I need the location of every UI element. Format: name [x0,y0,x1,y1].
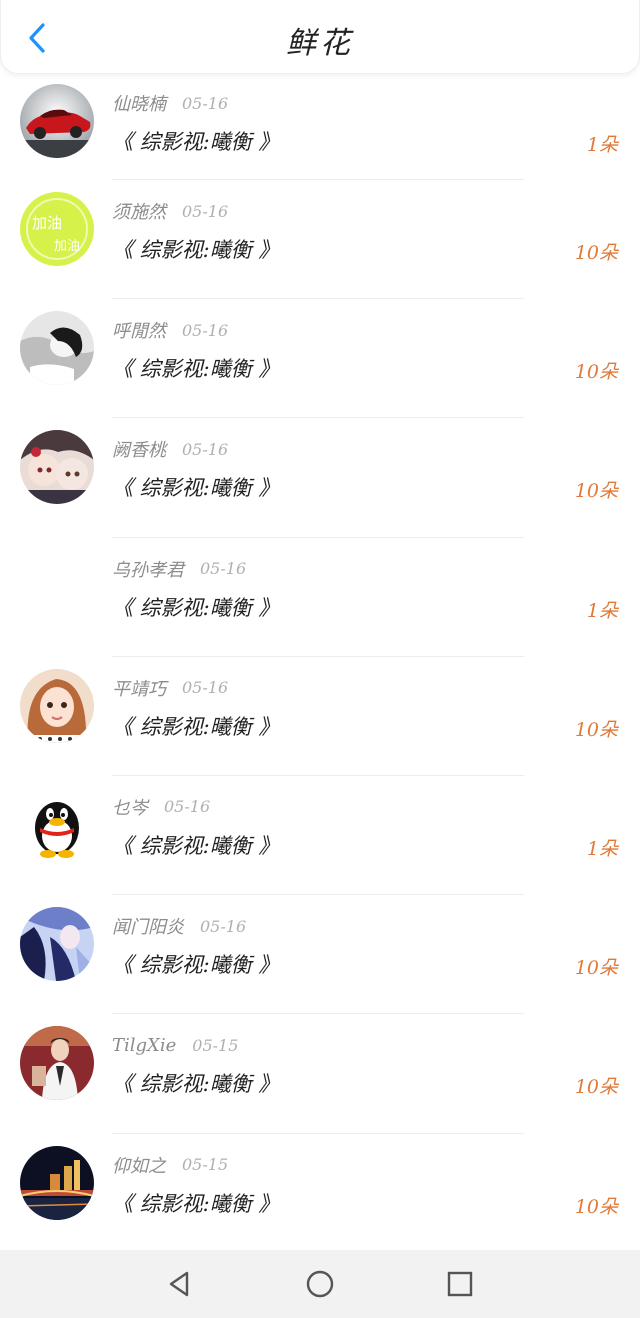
avatar[interactable] [20,311,94,386]
avatar[interactable] [20,550,94,624]
avatar[interactable] [20,668,94,743]
book-title: 《 综影视:曦衡 》 [112,953,280,978]
book-title: 《 综影视:曦衡 》 [112,130,280,154]
send-date: 05-15 [192,1035,239,1055]
book-title: 《 综影视:曦衡 》 [112,833,280,858]
row-divider [112,1132,524,1134]
sender-name: 乜岑 [112,797,148,819]
list-item[interactable]: 平靖巧 05-16 《 综影视:曦衡 》 10朵 [0,659,640,778]
sender-name: 阙香桃 [112,440,166,462]
sender-name: 平靖巧 [112,678,166,700]
nav-back-button[interactable] [160,1264,200,1304]
sender-line: 仰如之 05-15 [112,1152,228,1178]
flower-count: 10朵 [574,718,618,741]
row-divider [112,298,524,300]
avatar[interactable] [20,1026,94,1101]
svg-text:加油: 加油 [32,214,62,232]
home-circle-icon [306,1270,334,1298]
sender-line: 阙香桃 05-16 [112,436,228,462]
flower-count: 1朵 [586,134,618,156]
list-item[interactable]: 加油 加油 须施然 05-16 《 综影视:曦衡 》 10朵 [0,182,640,301]
recents-square-icon [447,1271,473,1297]
row-divider [112,417,524,419]
nav-home-button[interactable] [300,1264,340,1304]
sender-name: 仰如之 [112,1155,166,1177]
list-item[interactable]: 乜岑 05-16 《 综影视:曦衡 》 1朵 [0,778,640,897]
row-divider [112,536,524,538]
book-title: 《 综影视:曦衡 》 [112,714,280,739]
send-date: 05-16 [182,201,229,221]
list-item[interactable]: 乌孙孝君 05-16 《 综影视:曦衡 》 1朵 [0,540,640,659]
row-divider [112,655,524,657]
list-item[interactable]: 仙晓楠 05-16 《 综影视:曦衡 》 1朵 [0,74,640,182]
sender-name: 须施然 [112,202,166,223]
avatar[interactable] [20,907,94,982]
system-nav-bar [0,1250,640,1318]
send-date: 05-16 [182,678,229,698]
list-item[interactable]: TilgXie 05-15 《 综影视:曦衡 》 10朵 [0,1016,640,1135]
sender-line: 乜岑 05-16 [112,794,210,820]
flower-count: 10朵 [574,480,618,503]
book-title: 《 综影视:曦衡 》 [112,357,280,382]
top-bar: 鲜花 [0,0,640,74]
avatar[interactable] [20,787,94,862]
avatar[interactable] [20,430,94,505]
flower-count: 10朵 [574,1076,618,1099]
book-title: 《 综影视:曦衡 》 [112,476,280,501]
avatar[interactable] [20,1145,94,1220]
avatar[interactable] [20,84,94,158]
avatar[interactable]: 加油 加油 [20,192,94,266]
book-title: 《 综影视:曦衡 》 [112,1072,280,1097]
flower-count: 10朵 [574,242,618,264]
sender-name: 闻门阳炎 [112,917,184,939]
flower-list: 仙晓楠 05-16 《 综影视:曦衡 》 1朵 加油 加油 须施然 05-16 [0,74,640,1250]
row-divider [112,179,524,180]
sender-line: 呼閒然 05-16 [112,317,228,343]
list-item[interactable]: 闻门阳炎 05-16 《 综影视:曦衡 》 10朵 [0,897,640,1016]
sender-line: 乌孙孝君 05-16 [112,556,246,582]
book-title: 《 综影视:曦衡 》 [112,1191,280,1216]
send-date: 05-16 [164,797,211,817]
list-item[interactable]: 仰如之 05-15 《 综影视:曦衡 》 10朵 [0,1136,640,1251]
send-date: 05-16 [200,559,247,579]
app-root: 鲜花 仙晓楠 05-16 《 综影视:曦衡 》 1朵 加油 加油 须施然 05-… [0,0,640,1318]
sender-line: 须施然 05-16 [112,198,228,224]
flower-count: 1朵 [586,599,618,622]
book-title: 《 综影视:曦衡 》 [112,238,280,262]
send-date: 05-16 [182,93,229,113]
list-item[interactable]: 呼閒然 05-16 《 综影视:曦衡 》 10朵 [0,301,640,420]
row-divider [112,894,524,896]
sender-line: 仙晓楠 05-16 [112,90,228,116]
sender-line: TilgXie 05-15 [112,1032,238,1058]
row-divider [112,1013,524,1015]
list-item[interactable]: 阙香桃 05-16 《 综影视:曦衡 》 10朵 [0,420,640,539]
send-date: 05-16 [182,439,229,459]
sender-name: 乌孙孝君 [112,559,184,581]
send-date: 05-15 [182,1155,229,1174]
sender-line: 闻门阳炎 05-16 [112,913,246,939]
sender-line: 平靖巧 05-16 [112,675,228,701]
svg-text:加油: 加油 [54,239,80,254]
send-date: 05-16 [182,320,229,340]
flower-count: 10朵 [574,361,618,384]
flower-count: 1朵 [586,837,618,860]
book-title: 《 综影视:曦衡 》 [112,595,280,620]
page-title: 鲜花 [286,26,354,61]
sender-name: 仙晓楠 [112,94,166,115]
send-date: 05-16 [200,916,247,936]
back-triangle-icon [169,1271,189,1297]
row-divider [112,774,524,776]
flower-count: 10朵 [574,957,618,980]
flower-count: 10朵 [574,1195,618,1218]
sender-name: TilgXie [112,1034,177,1056]
nav-recents-button[interactable] [440,1264,480,1304]
sender-name: 呼閒然 [112,321,166,343]
